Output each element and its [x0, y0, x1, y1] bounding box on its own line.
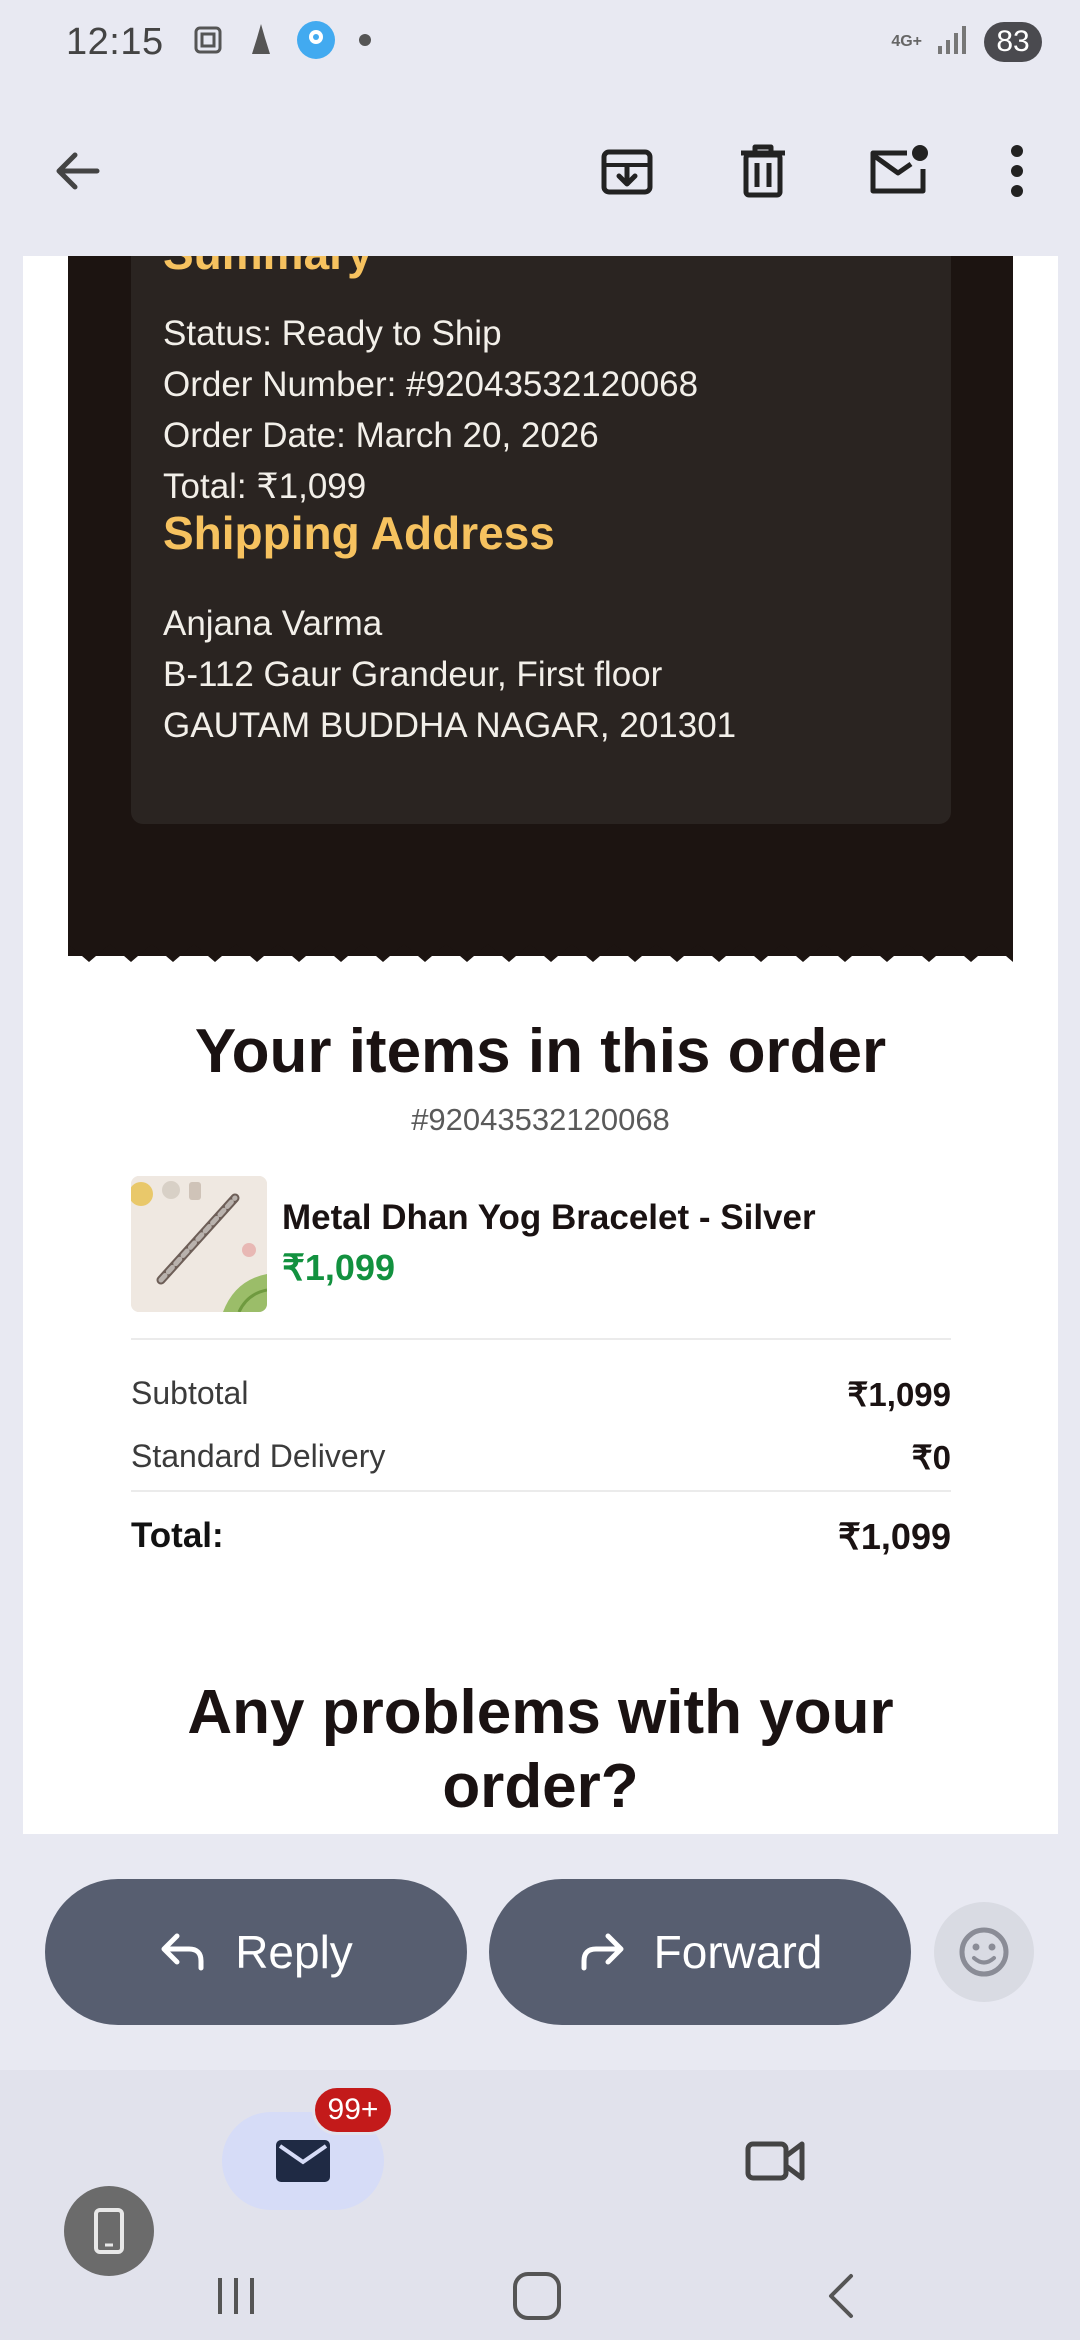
problems-heading: Any problems with your order? — [68, 1676, 1013, 1824]
delete-button[interactable] — [718, 126, 808, 216]
problems-line-1: Any problems with your — [187, 1678, 894, 1747]
product-price: ₹1,099 — [282, 1247, 395, 1288]
reply-icon — [161, 1933, 204, 1971]
product-row[interactable]: Metal Dhan Yog Bracelet - Silver ₹1,099 — [131, 1176, 951, 1316]
divider — [131, 1490, 951, 1492]
home-icon — [513, 2272, 561, 2320]
mark-unread-button[interactable] — [854, 126, 944, 216]
archive-icon — [601, 149, 653, 195]
zigzag-divider — [68, 928, 1013, 962]
system-back-button[interactable] — [800, 2256, 880, 2336]
action-bar: Reply Forward — [0, 1834, 1080, 2070]
recipient-name: Anjana Varma — [163, 604, 383, 643]
floating-device-button[interactable] — [64, 2186, 154, 2276]
mail-icon — [276, 2140, 330, 2182]
email-toolbar — [0, 84, 1080, 256]
shipping-heading: Shipping Address — [163, 507, 555, 559]
problems-line-2: order? — [442, 1752, 639, 1821]
subtotal-label: Subtotal — [131, 1375, 249, 1411]
product-image — [131, 1176, 267, 1312]
total-row: Total: ₹1,099 — [131, 1516, 951, 1558]
more-options-button[interactable] — [972, 126, 1062, 216]
address-line-1: B-112 Gaur Grandeur, First floor — [163, 655, 663, 694]
total-label: Total: — [131, 1516, 224, 1555]
more-vert-icon — [1011, 145, 1023, 197]
recent-apps-icon — [218, 2278, 254, 2314]
archive-button[interactable] — [582, 126, 672, 216]
signal-icon — [936, 24, 970, 61]
items-order-number: #92043532120068 — [411, 1102, 670, 1137]
forward-label: Forward — [653, 1926, 823, 1978]
summary-heading: Summary — [163, 256, 373, 280]
forward-icon — [581, 1933, 624, 1971]
video-camera-icon — [745, 2141, 805, 2181]
address-line-2: GAUTAM BUDDHA NAGAR, 201301 — [163, 706, 737, 745]
back-arrow-icon — [56, 152, 100, 190]
meet-tab[interactable] — [730, 2112, 820, 2210]
email-body[interactable]: Summary Status: Ready to Ship Order Numb… — [23, 256, 1058, 1834]
total-value: ₹1,099 — [838, 1516, 951, 1557]
dot-icon — [358, 33, 372, 52]
items-title: Your items in this order — [194, 1017, 887, 1086]
emoji-icon — [959, 1927, 1009, 1977]
email-content: Summary Status: Ready to Ship Order Numb… — [68, 256, 1013, 1834]
delivery-value: ₹0 — [911, 1439, 951, 1476]
location-app-icon — [296, 20, 336, 65]
order-summary-block: Summary Status: Ready to Ship Order Numb… — [68, 256, 1013, 956]
order-number: Order Number: #92043532120068 — [163, 365, 699, 404]
bell-shape-icon — [248, 22, 274, 63]
delete-icon — [741, 144, 785, 198]
order-status: Status: Ready to Ship — [163, 314, 502, 353]
recent-apps-button[interactable] — [196, 2256, 276, 2336]
subtotal-row: Subtotal ₹1,099 — [131, 1375, 951, 1414]
status-right: 4G+ 83 — [891, 22, 1042, 62]
mark-unread-icon — [870, 145, 928, 194]
summary-card: Summary Status: Ready to Ship Order Numb… — [131, 256, 951, 824]
product-name: Metal Dhan Yog Bracelet - Silver — [282, 1198, 816, 1237]
back-button[interactable] — [32, 126, 122, 216]
unread-badge: 99+ — [312, 2085, 394, 2135]
summary-details: Status: Ready to Ship Order Number: #920… — [163, 308, 698, 512]
screenshot-icon — [190, 22, 226, 63]
reply-label: Reply — [235, 1926, 353, 1978]
subtotal-value: ₹1,099 — [847, 1376, 951, 1413]
network-type: 4G+ — [891, 33, 922, 50]
order-total: Total: ₹1,099 — [163, 467, 367, 506]
divider — [131, 1338, 951, 1340]
forward-button[interactable]: Forward — [489, 1879, 911, 2025]
reply-button[interactable]: Reply — [45, 1879, 467, 2025]
bottom-navigation: 99+ — [0, 2070, 1080, 2340]
home-button[interactable] — [497, 2256, 577, 2336]
delivery-label: Standard Delivery — [131, 1438, 386, 1474]
phone-icon — [94, 2208, 124, 2254]
delivery-row: Standard Delivery ₹0 — [131, 1438, 951, 1477]
status-icons-left — [190, 20, 372, 65]
back-chevron-icon — [829, 2274, 853, 2318]
shipping-address: Anjana Varma B-112 Gaur Grandeur, First … — [163, 598, 736, 751]
status-time: 12:15 — [66, 20, 164, 63]
order-date: Order Date: March 20, 2026 — [163, 416, 599, 455]
status-bar: 12:15 4G+ 83 — [0, 0, 1080, 84]
emoji-reaction-button[interactable] — [934, 1902, 1034, 2002]
battery-indicator: 83 — [984, 22, 1042, 62]
